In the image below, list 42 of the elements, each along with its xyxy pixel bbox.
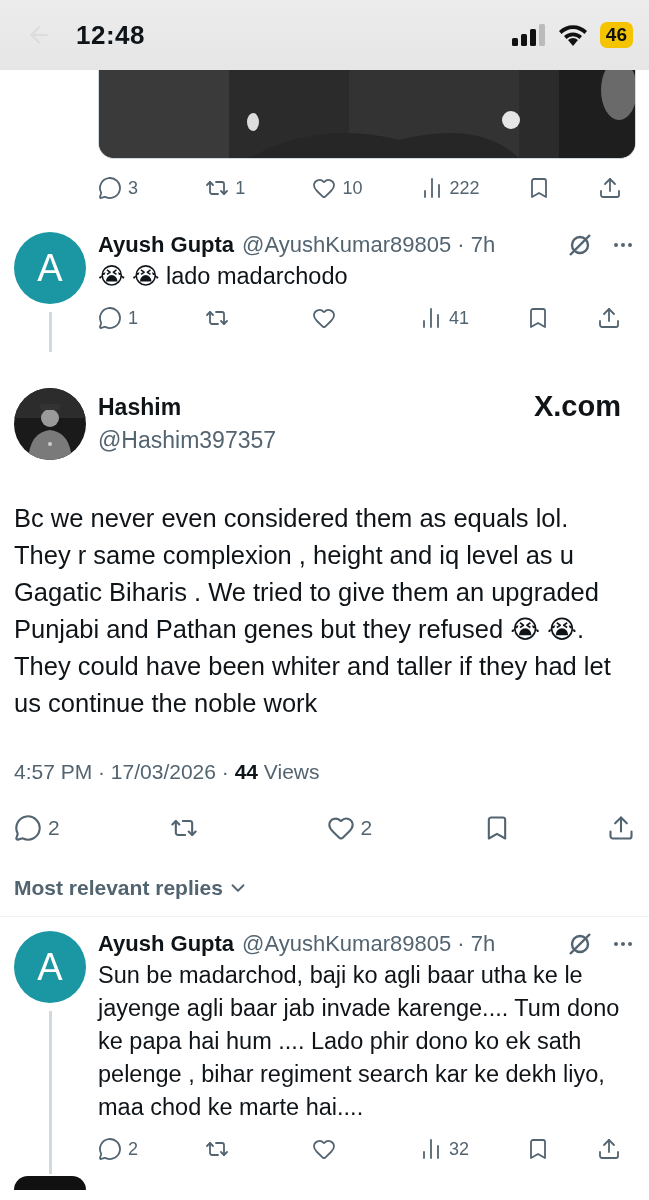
author-meta: @AyushKumar89805 · 7h bbox=[242, 931, 496, 957]
share-icon bbox=[597, 306, 621, 330]
heart-icon bbox=[312, 176, 337, 200]
reply-text: 😭 😭 lado madarchodo bbox=[98, 262, 349, 291]
action-count: 1 bbox=[128, 307, 138, 329]
reply-icon bbox=[98, 1137, 122, 1161]
slashed-circle-icon[interactable] bbox=[567, 232, 593, 258]
status-time: 12:48 bbox=[76, 19, 145, 51]
action-count: 41 bbox=[449, 307, 470, 329]
share-icon bbox=[597, 1137, 621, 1161]
share-icon bbox=[607, 814, 635, 842]
post-meta: 4:57 PM · 17/03/2026 · 44 Views bbox=[13, 759, 321, 784]
author-name: Ayush Gupta bbox=[98, 931, 235, 957]
action-count: 222 bbox=[449, 177, 480, 199]
author-name: Ayush Gupta bbox=[98, 232, 235, 258]
post-text: Bc we never even considered them as equals lol. They r same complexion , height and iq level as u Gagatic Biharis . We tried to give them an upgraded Punjabi and Pathan genes but they refused 😭 😭. They could have been whiter and taller if they had let us continue the noble work bbox=[13, 503, 612, 719]
source-logo: X.com bbox=[533, 390, 621, 423]
reply-text: Sun be madarchod, baji ko agli baar utha ke le jayenge agli baar jab invade karenge.... Tum dono ke papa hai hum .... Lado phir dono ko ek sath pelenge , bihar regiment search kar ke dekh liyo, maa chod ke marte hai.... bbox=[98, 961, 621, 1122]
signal-icon bbox=[511, 24, 546, 46]
wifi-icon bbox=[557, 24, 588, 46]
action-count: 2 bbox=[128, 1138, 138, 1160]
share-icon bbox=[598, 176, 622, 200]
heart-icon bbox=[312, 1137, 336, 1161]
replies-filter[interactable]: Most relevant replies bbox=[0, 856, 649, 916]
heart-icon bbox=[312, 306, 336, 330]
action-count: 1 bbox=[235, 177, 246, 199]
avatar[interactable]: A bbox=[14, 232, 86, 304]
reply-icon bbox=[98, 176, 122, 200]
reply-icon bbox=[98, 306, 122, 330]
battery-level: 46 bbox=[599, 22, 633, 48]
author-name: Hashim bbox=[98, 394, 183, 421]
action-count: 2 bbox=[360, 816, 373, 840]
author-meta: @AyushKumar89805 · 7h bbox=[242, 232, 496, 258]
action-count: 3 bbox=[128, 177, 138, 199]
avatar[interactable] bbox=[14, 1176, 86, 1190]
avatar[interactable]: A bbox=[14, 931, 86, 1003]
action-count: 32 bbox=[449, 1138, 470, 1160]
author-handle: @Hashim397357 bbox=[98, 427, 277, 454]
slashed-circle-icon[interactable] bbox=[567, 931, 593, 957]
action-count: 2 bbox=[48, 816, 60, 840]
action-count: 10 bbox=[342, 177, 363, 199]
reply-icon bbox=[14, 814, 42, 842]
